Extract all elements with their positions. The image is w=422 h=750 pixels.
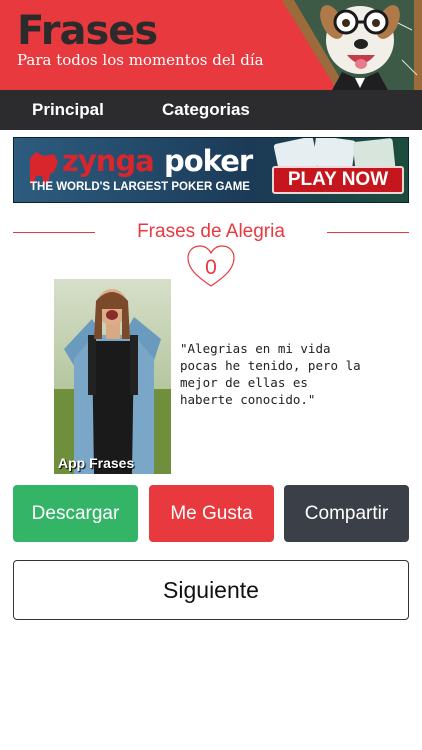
app-subtitle: Para todos los momentos del día	[17, 51, 264, 69]
like-button[interactable]: Me Gusta	[149, 485, 274, 542]
nav-item-categorias[interactable]: Categorias	[162, 90, 250, 130]
image-caption: App Frases	[58, 455, 135, 471]
download-button[interactable]: Descargar	[13, 485, 138, 542]
phrase-image: App Frases	[54, 279, 171, 474]
dog-mascot-illustration	[282, 0, 422, 90]
ad-banner[interactable]: zynga poker THE WORLD'S LARGEST POKER GA…	[13, 137, 409, 203]
app-header: Frases Para todos los momentos del día	[0, 0, 422, 90]
ad-brand-right: poker	[164, 144, 253, 178]
share-button[interactable]: Compartir	[284, 485, 409, 542]
like-count: 0	[205, 256, 217, 279]
nav-item-principal[interactable]: Principal	[32, 90, 104, 130]
ad-play-now-button[interactable]: PLAY NOW	[272, 166, 404, 194]
ad-tagline: THE WORLD'S LARGEST POKER GAME	[30, 181, 250, 193]
section-title: Frases de Alegria	[137, 221, 285, 242]
phrase-text: "Alegrias en mi vida pocas he tenido, pe…	[180, 341, 361, 407]
ad-brand-left: zynga	[62, 144, 155, 178]
top-nav: Principal Categorias	[0, 90, 422, 130]
app-title: Frases	[17, 8, 158, 54]
next-button[interactable]: Siguiente	[13, 560, 409, 620]
